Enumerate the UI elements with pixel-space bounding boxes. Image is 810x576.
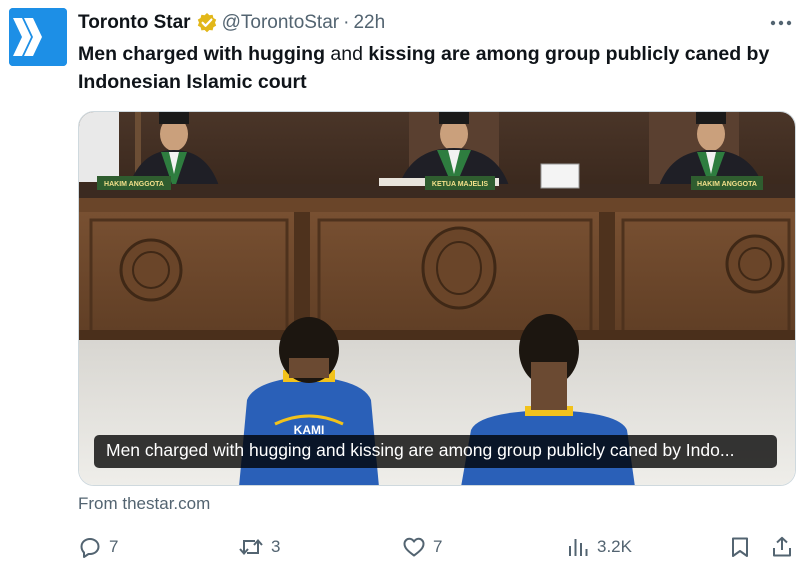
like-button[interactable]: 7 [402, 530, 442, 564]
tweet-header: Toronto Star @TorontoStar · 22h [78, 9, 385, 37]
avatar[interactable] [9, 8, 67, 66]
more-icon[interactable] [766, 8, 796, 38]
author-name[interactable]: Toronto Star [78, 12, 191, 34]
repost-count: 3 [271, 537, 281, 556]
link-source[interactable]: From thestar.com [78, 494, 210, 514]
tweet-text-part-1: Men charged with hugging [78, 43, 325, 65]
share-icon [773, 536, 791, 557]
bookmark-icon [732, 537, 748, 557]
author-handle[interactable]: @TorontoStar [222, 12, 340, 34]
media-caption: Men charged with hugging and kissing are… [94, 435, 777, 468]
reply-icon [80, 538, 100, 558]
reply-count: 7 [109, 537, 119, 556]
views-count: 3.2K [597, 537, 632, 556]
share-button[interactable] [770, 530, 794, 564]
bookmark-button[interactable] [728, 530, 752, 564]
timestamp[interactable]: 22h [353, 12, 385, 34]
views-icon [569, 539, 588, 556]
tweet-actions: 7 3 7 3.2K [0, 530, 810, 564]
repost-icon [239, 538, 263, 556]
repost-button[interactable]: 3 [238, 530, 280, 564]
verified-badge-icon [196, 12, 218, 34]
like-count: 7 [433, 537, 443, 556]
like-icon [403, 537, 425, 557]
separator-dot: · [343, 12, 350, 33]
views-button[interactable]: 3.2K [566, 530, 632, 564]
sign-right: HAKIM ANGGOTA [697, 181, 757, 188]
sign-left: HAKIM ANGGOTA [104, 181, 164, 188]
tweet-text-part-2: and [330, 43, 363, 65]
courtroom-photo: HAKIM ANGGOTA KETUA MAJELIS HAKIM ANGGOT… [79, 112, 795, 485]
tweet-text: Men charged with hugging and kissing are… [78, 40, 798, 96]
toronto-star-logo [9, 8, 67, 66]
tweet-media-card[interactable]: HAKIM ANGGOTA KETUA MAJELIS HAKIM ANGGOT… [78, 111, 796, 486]
sign-center: KETUA MAJELIS [432, 181, 488, 188]
reply-button[interactable]: 7 [78, 530, 118, 564]
